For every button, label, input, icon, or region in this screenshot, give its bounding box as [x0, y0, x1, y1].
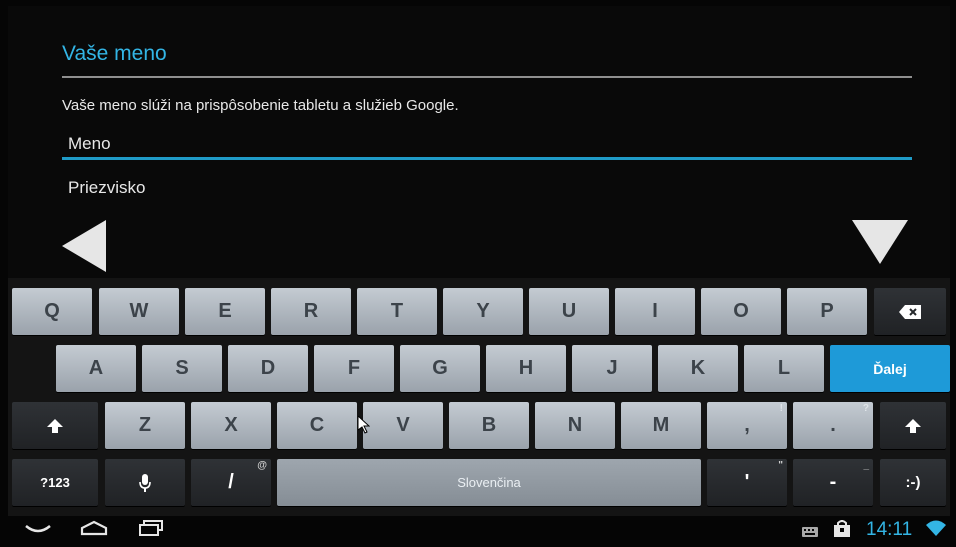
key-e[interactable]: E — [185, 288, 265, 335]
key-j[interactable]: J — [572, 345, 652, 392]
dash-label: - — [829, 471, 837, 493]
on-screen-keyboard: Q W E R T Y U I O P A S D F G H J K L Ďa… — [8, 278, 950, 516]
apostrophe-label: ' — [744, 471, 750, 493]
key-n[interactable]: N — [535, 402, 615, 449]
key-period[interactable]: . ? — [793, 402, 873, 449]
description-text: Vaše meno slúži na prispôsobenie tabletu… — [62, 97, 459, 114]
next-arrow-icon[interactable] — [850, 218, 910, 271]
title-divider — [62, 76, 912, 78]
key-h[interactable]: H — [486, 345, 566, 392]
key-m[interactable]: M — [621, 402, 701, 449]
key-g[interactable]: G — [400, 345, 480, 392]
shift-icon — [905, 418, 921, 433]
key-v[interactable]: V — [363, 402, 443, 449]
key-b[interactable]: B — [449, 402, 529, 449]
first-name-field-underline — [62, 157, 912, 160]
key-d[interactable]: D — [228, 345, 308, 392]
key-z[interactable]: Z — [105, 402, 185, 449]
mouse-cursor-icon — [357, 414, 371, 439]
key-u[interactable]: U — [529, 288, 609, 335]
status-clock: 14:11 — [866, 519, 913, 540]
key-slash[interactable]: / @ — [191, 459, 271, 506]
key-apostrophe[interactable]: ' " — [707, 459, 787, 506]
voice-input-key[interactable] — [105, 459, 185, 506]
comma-hint: ! — [779, 403, 783, 414]
key-y[interactable]: Y — [443, 288, 523, 335]
shopping-bag-icon — [834, 520, 850, 542]
first-name-field[interactable]: Meno — [68, 134, 111, 154]
symbols-key[interactable]: ?123 — [12, 459, 98, 506]
key-o[interactable]: O — [701, 288, 781, 335]
key-p[interactable]: P — [787, 288, 867, 335]
backspace-icon — [899, 304, 921, 319]
key-a[interactable]: A — [56, 345, 136, 392]
home-icon[interactable] — [80, 520, 108, 541]
tablet-screen: Vaše meno Vaše meno slúži na prispôsoben… — [8, 6, 950, 542]
last-name-field[interactable]: Priezvisko — [68, 178, 145, 198]
page-title: Vaše meno — [62, 42, 167, 65]
period-hint: ? — [862, 403, 869, 414]
backspace-key[interactable] — [874, 288, 946, 335]
next-button[interactable]: Ďalej — [830, 345, 950, 392]
system-navigation-bar: 14:11 — [8, 516, 950, 542]
keyboard-icon — [802, 524, 818, 542]
key-comma[interactable]: , ! — [707, 402, 787, 449]
apostrophe-hint: " — [778, 460, 783, 471]
key-i[interactable]: I — [615, 288, 695, 335]
slash-hint: @ — [257, 460, 267, 471]
key-x[interactable]: X — [191, 402, 271, 449]
slash-label: / — [228, 471, 234, 493]
key-dash[interactable]: - _ — [793, 459, 873, 506]
key-w[interactable]: W — [99, 288, 179, 335]
nav-back-icon[interactable] — [24, 520, 52, 541]
comma-label: , — [744, 414, 750, 436]
smiley-key[interactable]: :-) — [880, 459, 946, 506]
key-r[interactable]: R — [271, 288, 351, 335]
dash-hint: _ — [863, 460, 869, 471]
microphone-icon — [139, 473, 151, 492]
period-label: . — [830, 414, 836, 436]
key-q[interactable]: Q — [12, 288, 92, 335]
key-s[interactable]: S — [142, 345, 222, 392]
key-c[interactable]: C — [277, 402, 357, 449]
back-arrow-icon[interactable] — [60, 218, 108, 279]
shift-icon — [47, 418, 63, 433]
key-l[interactable]: L — [744, 345, 824, 392]
key-f[interactable]: F — [314, 345, 394, 392]
key-t[interactable]: T — [357, 288, 437, 335]
shift-key-right[interactable] — [880, 402, 946, 449]
key-k[interactable]: K — [658, 345, 738, 392]
wifi-icon — [926, 520, 946, 541]
recent-apps-icon[interactable] — [138, 520, 164, 541]
space-bar[interactable]: Slovenčina — [277, 459, 701, 506]
shift-key-left[interactable] — [12, 402, 98, 449]
